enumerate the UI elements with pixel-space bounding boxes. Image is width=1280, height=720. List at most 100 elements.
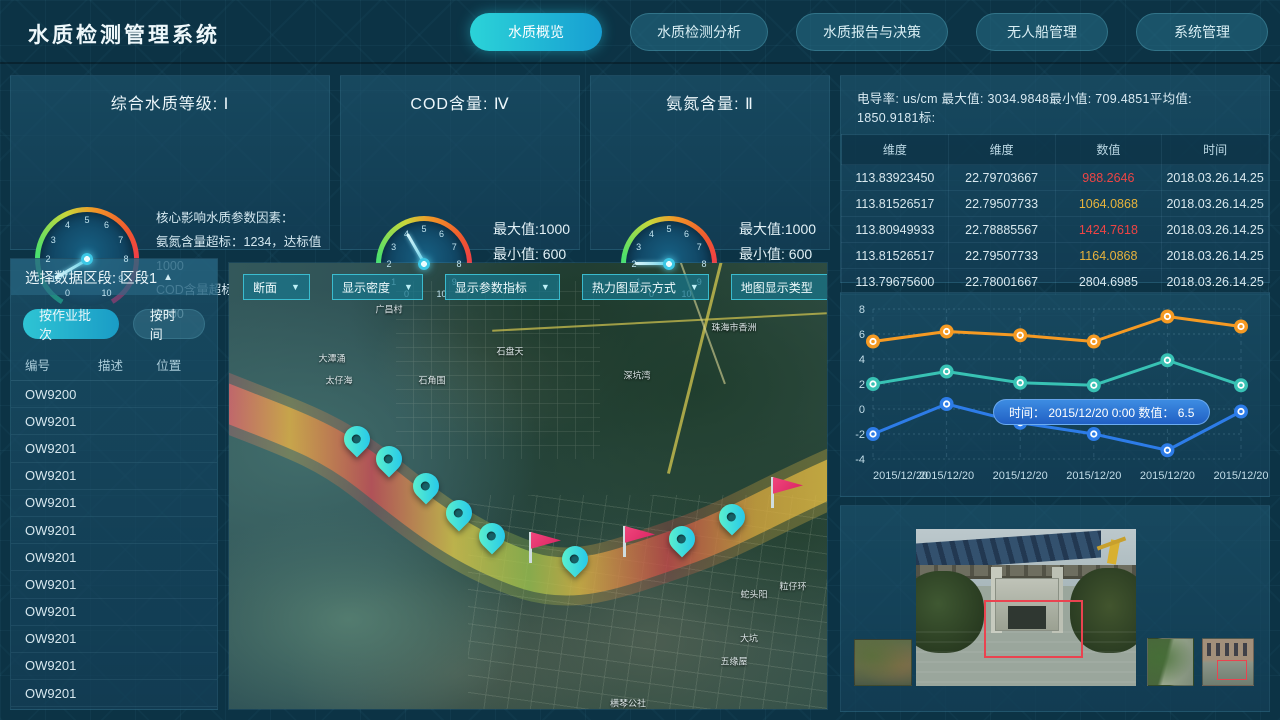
map-place-label: 深坑湾	[623, 369, 650, 382]
chevron-down-icon: ▼	[827, 282, 828, 292]
list-item[interactable]: OW9201	[11, 463, 217, 490]
gauge-tick: 5	[84, 215, 89, 225]
panel-cod: COD含量: Ⅳ 012345678910 最大值:1000最小值: 600平均…	[340, 75, 580, 250]
panel-title: 氨氮含量: Ⅱ	[591, 90, 829, 114]
map-place-label: 五缘屋	[720, 655, 747, 668]
y-axis-tick: -2	[855, 429, 865, 441]
flag-cloth	[531, 532, 561, 554]
chevron-down-icon: ▼	[404, 282, 413, 292]
gauge-tick: 9	[118, 274, 123, 284]
map-dropdown-显示密度[interactable]: 显示密度 ▼	[332, 274, 423, 300]
map-place-label: 横琴公社	[610, 697, 646, 710]
gauge-tick: 4	[649, 229, 654, 239]
detection-box	[984, 600, 1083, 658]
teal-series	[873, 360, 1241, 385]
station-id: OW9201	[25, 577, 98, 592]
station-id: OW9201	[25, 658, 98, 673]
gauge-tick: 7	[118, 235, 123, 245]
dropdown-label: 显示密度	[342, 279, 390, 296]
dropdown-label: 显示参数指标	[455, 279, 527, 296]
list-column-header: 位置	[156, 355, 203, 374]
list-item[interactable]: OW9201	[11, 408, 217, 435]
list-item[interactable]: OW9201	[11, 626, 217, 653]
gauge-hub	[418, 258, 430, 270]
collapse-arrow-icon[interactable]: ▲	[163, 272, 173, 283]
station-id: OW9201	[25, 550, 98, 565]
stat-line: 最大值:1000	[493, 217, 570, 242]
station-id: OW9201	[25, 631, 98, 646]
x-axis-tick: 2015/12/20	[1213, 470, 1268, 482]
chevron-down-icon: ▼	[541, 282, 550, 292]
data-cell: 2018.03.26.14.25	[1162, 165, 1269, 191]
map-place-label: 太仔海	[325, 374, 352, 387]
map-flag-marker[interactable]	[623, 526, 657, 558]
conductivity-table: 维度维度数值时间 113.8392345022.79703667988.2646…	[841, 134, 1269, 295]
list-item[interactable]: OW9201	[11, 653, 217, 680]
section-select-header[interactable]: 选择数据区段: 区段1 ▲	[11, 259, 217, 295]
station-id: OW9201	[25, 468, 98, 483]
nav-tab-水质检测分析[interactable]: 水质检测分析	[630, 13, 768, 51]
nav-tab-无人船管理[interactable]: 无人船管理	[976, 13, 1108, 51]
list-item[interactable]: OW9201	[11, 435, 217, 462]
data-cell: 113.81526517	[842, 243, 949, 269]
map-dropdown-显示参数指标[interactable]: 显示参数指标 ▼	[445, 274, 560, 300]
map-place-label: 广昌村	[375, 303, 402, 316]
nav-tab-水质报告与决策[interactable]: 水质报告与决策	[796, 13, 948, 51]
list-item[interactable]: OW9201	[11, 544, 217, 571]
gauge-tick: 2	[45, 254, 50, 264]
nav-tab-系统管理[interactable]: 系统管理	[1136, 13, 1268, 51]
filter-button-按作业批次[interactable]: 按作业批次	[23, 309, 119, 339]
gauge-tick: 3	[636, 242, 641, 252]
site-photo-thumb[interactable]	[1202, 638, 1254, 686]
panel-trend-chart: 86420-2-42015/12/202015/12/202015/12/202…	[840, 292, 1270, 497]
list-item[interactable]: OW9201	[11, 571, 217, 598]
y-axis-tick: 6	[859, 329, 865, 341]
value-cell: 2804.6985	[1055, 269, 1162, 295]
table-row: 113.8094993322.788855671424.76182018.03.…	[842, 217, 1269, 243]
value-cell: 1424.7618	[1055, 217, 1162, 243]
gauge-tick: 10	[101, 288, 111, 298]
app-root: 水质检测管理系统 水质概览水质检测分析水质报告与决策无人船管理系统管理 综合水质…	[0, 0, 1280, 720]
gauge-tick: 5	[421, 224, 426, 234]
map-flag-marker[interactable]	[771, 477, 805, 509]
map-place-label: 粒仔环	[779, 580, 806, 593]
list-item[interactable]: OW9201	[11, 599, 217, 626]
map-dropdown-地图显示类型[interactable]: 地图显示类型▼	[731, 274, 828, 300]
nav-tab-水质概览[interactable]: 水质概览	[470, 13, 602, 51]
gauge-hub	[663, 258, 675, 270]
table-row: 113.7967560022.780016672804.69852018.03.…	[842, 269, 1269, 295]
conductivity-summary: 电导率: us/cm 最大值: 3034.9848最小值: 709.4851平均…	[841, 76, 1269, 134]
map-place-label: 珠海市香洲	[711, 321, 756, 334]
list-item[interactable]: OW9201	[11, 680, 217, 707]
chart-tooltip: 时间： 2015/12/20 0:00 数值： 6.5	[993, 399, 1210, 425]
station-id: OW9201	[25, 441, 98, 456]
gauge-hub	[81, 253, 93, 265]
satellite-map[interactable]: 断面▼ 显示密度 ▼ 显示参数指标 ▼ 热力图显示方式▼ 地图显示类型▼ 广昌村大潭涌太仔海…	[228, 262, 828, 710]
site-photo-thumb[interactable]	[1147, 638, 1194, 686]
list-item[interactable]: OW9200	[11, 381, 217, 408]
list-item[interactable]: OW9201	[11, 517, 217, 544]
table-header-row: 维度维度数值时间	[842, 135, 1269, 165]
map-flag-marker[interactable]	[529, 532, 563, 564]
map-dropdown-热力图显示方式[interactable]: 热力图显示方式▼	[582, 274, 709, 300]
filter-button-按时间[interactable]: 按时间	[133, 309, 205, 339]
gauge-tick: 8	[456, 259, 461, 269]
data-cell: 22.79703667	[948, 165, 1055, 191]
map-place-label: 大潭涌	[318, 352, 345, 365]
site-photo-thumb[interactable]	[854, 639, 912, 686]
map-dropdown-断面[interactable]: 断面▼	[243, 274, 310, 300]
photo-windows	[1207, 643, 1249, 657]
site-photo-main[interactable]	[916, 529, 1136, 686]
trend-line-chart: 86420-2-42015/12/202015/12/202015/12/202…	[841, 293, 1269, 496]
data-cell: 113.80949933	[842, 217, 949, 243]
section-select-label: 选择数据区段: 区段1	[25, 267, 157, 288]
column-header: 时间	[1162, 135, 1269, 165]
header: 水质检测管理系统 水质概览水质检测分析水质报告与决策无人船管理系统管理	[0, 0, 1280, 64]
data-cell: 22.78001667	[948, 269, 1055, 295]
list-item[interactable]: OW9201	[11, 490, 217, 517]
y-axis-tick: 4	[859, 354, 865, 366]
gauge-tick: 3	[391, 242, 396, 252]
flag-cloth	[625, 526, 655, 548]
detection-box	[1217, 660, 1247, 681]
data-cell: 2018.03.26.14.25	[1162, 243, 1269, 269]
